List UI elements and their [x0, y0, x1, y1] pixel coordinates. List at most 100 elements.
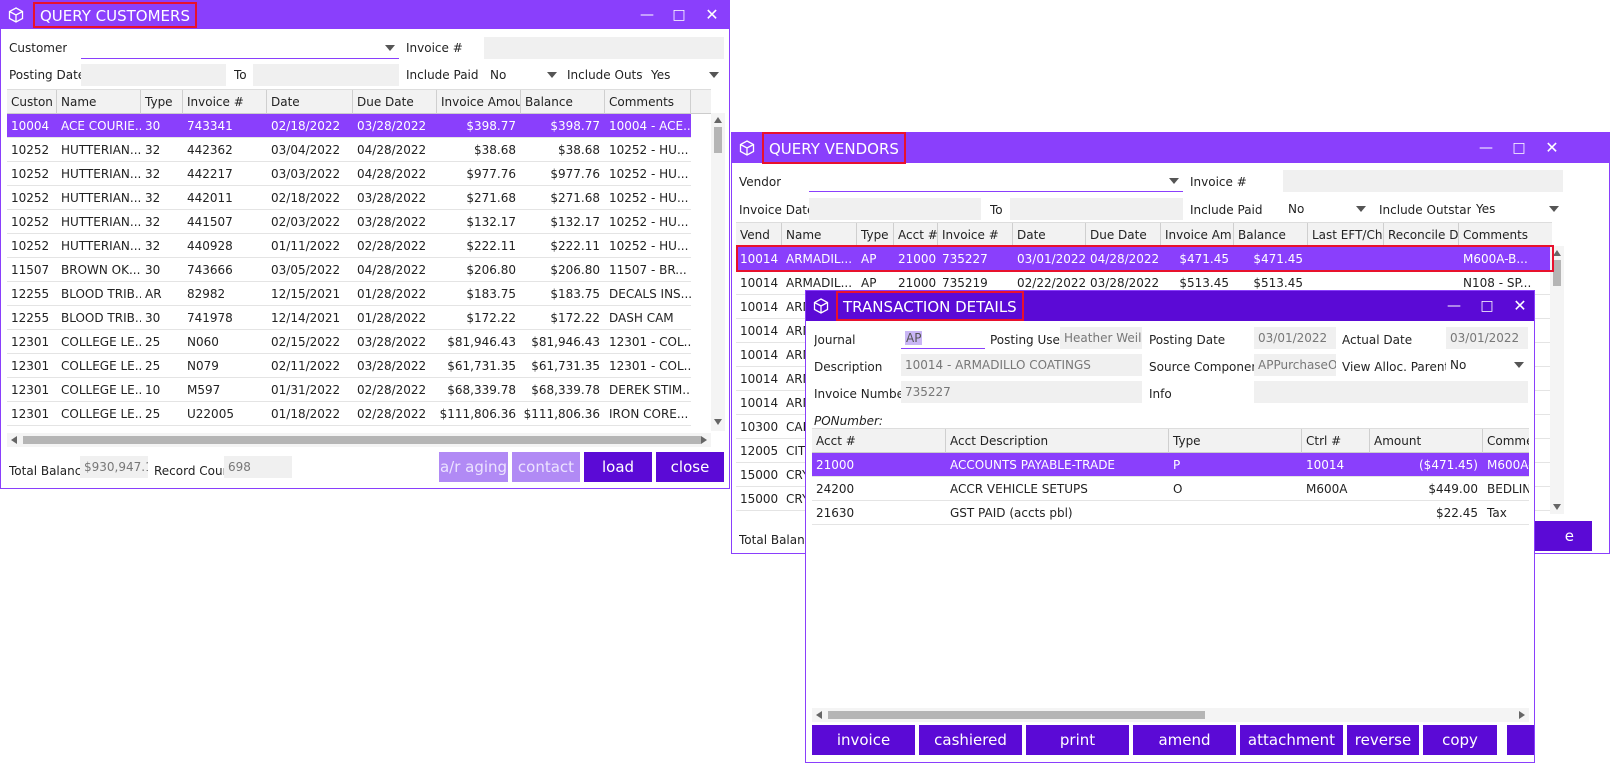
customers-horizontal-scrollbar[interactable]: [7, 433, 711, 447]
minimize-icon[interactable]: —: [1476, 138, 1496, 158]
cell: 03/04/2022: [271, 143, 341, 157]
customers-vertical-scrollbar[interactable]: [711, 113, 725, 431]
transaction-row[interactable]: 21630 GST PAID (accts pbl) $22.45 Tax: [812, 501, 1529, 525]
customers-grid[interactable]: Custon Name Type Invoice # Date Due Date Invoi…: [7, 89, 711, 429]
column-header[interactable]: Vend: [736, 223, 782, 247]
column-header[interactable]: Acct #: [894, 223, 938, 247]
invoice-date-to-input[interactable]: [1010, 198, 1183, 220]
cell: BROWN OK...: [61, 263, 141, 277]
customer-row[interactable]: 10252 HUTTERIAN... 32 442362 03/04/2022 04/28…: [7, 138, 691, 162]
amend-button[interactable]: amend: [1133, 725, 1236, 755]
reverse-button[interactable]: reverse: [1347, 725, 1419, 755]
customer-row[interactable]: 12301 COLLEGE LE... 25 N079 02/11/2022 03/28/…: [7, 354, 691, 378]
cell: COLLEGE LE...: [61, 383, 141, 397]
customer-row[interactable]: 12301 COLLEGE LE... 10 M597 01/31/2022 02/28/…: [7, 378, 691, 402]
customer-row[interactable]: 11507 BROWN OK... 30 743666 03/05/2022 04/28/…: [7, 258, 691, 282]
copy-button[interactable]: copy: [1423, 725, 1497, 755]
column-header[interactable]: Reconcile D: [1384, 223, 1459, 247]
customer-combobox[interactable]: [81, 37, 399, 59]
include-outstanding-value: Yes: [651, 68, 671, 82]
print-button[interactable]: print: [1026, 725, 1129, 755]
attachment-button[interactable]: attachment: [1240, 725, 1343, 755]
invoice-button[interactable]: invoice: [812, 725, 915, 755]
cell: 32: [145, 143, 161, 157]
customer-row[interactable]: 12255 BLOOD TRIB... AR 82982 12/15/2021 01/28…: [7, 282, 691, 306]
include-outstanding-label: Include Outsta: [567, 68, 643, 82]
customer-row[interactable]: 12301 COLLEGE LE... 25 N060 02/15/2022 03/28/…: [7, 330, 691, 354]
cell: [1302, 501, 1370, 525]
cashiered-button[interactable]: cashiered: [919, 725, 1022, 755]
cell: 12301 - COL...: [609, 359, 691, 373]
column-header[interactable]: Due Date: [1086, 223, 1161, 247]
source-component-value: APPurchaseO: [1254, 354, 1336, 376]
customer-row[interactable]: 10004 ACE COURIE... 30 743341 02/18/2022 03/2…: [7, 114, 691, 138]
column-header[interactable]: Invoice #: [938, 223, 1013, 247]
column-header[interactable]: Date: [1013, 223, 1086, 247]
customer-row[interactable]: 10252 HUTTERIAN... 32 441507 02/03/2022 03/28…: [7, 210, 691, 234]
column-header[interactable]: Balance: [521, 90, 605, 114]
column-header[interactable]: Invoice Amou: [437, 90, 521, 114]
column-header[interactable]: Comments: [605, 90, 691, 114]
close-button[interactable]: close: [656, 452, 724, 482]
column-header[interactable]: Type: [141, 90, 183, 114]
column-header[interactable]: Name: [57, 90, 141, 114]
minimize-icon[interactable]: —: [1444, 296, 1464, 316]
include-paid-select[interactable]: No: [486, 64, 561, 86]
include-outstanding-select[interactable]: Yes: [647, 64, 723, 86]
vendor-include-outstanding-select[interactable]: Yes: [1472, 198, 1563, 220]
ar-aging-button[interactable]: a/r aging: [439, 452, 508, 482]
column-header[interactable]: Last EFT/Ch: [1308, 223, 1384, 247]
vendor-to-label: To: [990, 203, 1003, 217]
column-header[interactable]: Name: [782, 223, 857, 247]
column-header[interactable]: Custon: [7, 90, 57, 114]
close-icon[interactable]: ✕: [1510, 296, 1530, 316]
transaction-horizontal-scrollbar[interactable]: [812, 708, 1529, 722]
invoice-input[interactable]: [484, 37, 724, 59]
transaction-titlebar[interactable]: TRANSACTION DETAILS — □ ✕: [806, 291, 1534, 321]
customer-row[interactable]: 10252 HUTTERIAN... 32 440928 01/11/2022 02/28…: [7, 234, 691, 258]
column-header[interactable]: Date: [267, 90, 353, 114]
customer-row[interactable]: 10252 HUTTERIAN... 32 442217 03/03/2022 04/28…: [7, 162, 691, 186]
maximize-icon[interactable]: □: [1477, 296, 1497, 316]
column-header[interactable]: Type: [1169, 429, 1302, 453]
customer-row[interactable]: 12301 COLLEGE LE... 25 U22005 01/18/2022 02/2…: [7, 402, 691, 426]
transaction-grid[interactable]: Acct # Acct Description Type Ctrl # Amount Co…: [812, 428, 1529, 700]
customer-row[interactable]: 10252 HUTTERIAN... 32 442011 02/18/2022 03/28…: [7, 186, 691, 210]
view-alloc-parents-select[interactable]: No: [1446, 354, 1528, 376]
posting-date-to-input[interactable]: [253, 64, 399, 86]
close-icon[interactable]: ✕: [1542, 138, 1562, 158]
transaction-row[interactable]: 24200 ACCR VEHICLE SETUPS O M600A $449.00 BED…: [812, 477, 1529, 501]
customers-titlebar[interactable]: QUERY CUSTOMERS — □ ✕: [1, 1, 729, 29]
column-header[interactable]: Type: [857, 223, 894, 247]
posting-date-from-input[interactable]: [81, 64, 226, 86]
journal-input[interactable]: AP: [901, 327, 985, 349]
contact-button[interactable]: contact: [512, 452, 580, 482]
cell: 03/28/2022: [357, 119, 427, 133]
column-header[interactable]: Acct Description: [946, 429, 1169, 453]
column-header[interactable]: Amount: [1370, 429, 1483, 453]
customer-row[interactable]: 12255 BLOOD TRIB... 30 741978 12/14/2021 01/2…: [7, 306, 691, 330]
vendors-titlebar[interactable]: QUERY VENDORS — □ ✕: [732, 132, 1609, 164]
column-header[interactable]: Ctrl #: [1302, 429, 1370, 453]
cell: ARMADIL...: [786, 252, 853, 266]
transaction-row[interactable]: 21000 ACCOUNTS PAYABLE-TRADE P 10014 ($471.4…: [812, 453, 1529, 477]
maximize-icon[interactable]: □: [1509, 138, 1529, 158]
invoice-date-from-input[interactable]: [809, 198, 981, 220]
column-header[interactable]: Acct #: [812, 429, 946, 453]
maximize-icon[interactable]: □: [669, 5, 689, 25]
vendors-vertical-scrollbar[interactable]: [1550, 246, 1564, 514]
column-header[interactable]: Commer: [1483, 429, 1529, 453]
vendor-invoice-input[interactable]: [1283, 170, 1563, 192]
vendor-row[interactable]: 10014 ARMADIL... AP 21000 735227 03/01/2022 04…: [736, 247, 1552, 271]
load-button[interactable]: load: [584, 452, 652, 482]
column-header[interactable]: Invoice Am: [1161, 223, 1234, 247]
close-icon[interactable]: ✕: [702, 5, 722, 25]
column-header[interactable]: Due Date: [353, 90, 437, 114]
vendor-combobox[interactable]: [809, 170, 1183, 192]
vendor-include-paid-select[interactable]: No: [1284, 198, 1370, 220]
column-header[interactable]: Balance: [1234, 223, 1308, 247]
column-header[interactable]: Invoice #: [183, 90, 267, 114]
minimize-icon[interactable]: —: [637, 5, 657, 25]
more-buttons-overflow[interactable]: [1507, 725, 1534, 755]
column-header[interactable]: Comments: [1459, 223, 1552, 247]
